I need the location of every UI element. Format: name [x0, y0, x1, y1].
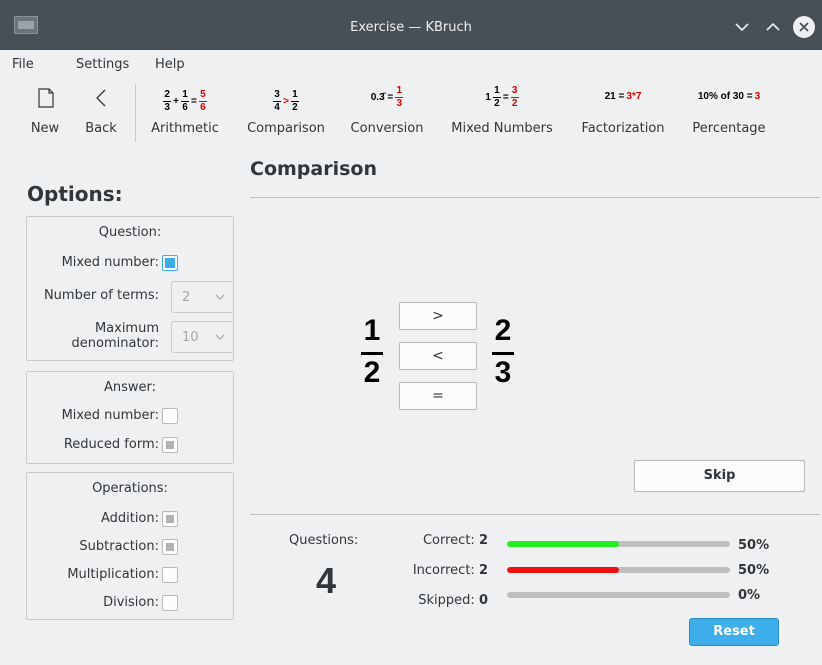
skip-button[interactable]: Skip [634, 460, 805, 492]
question-group-title: Question: [98, 225, 162, 240]
maximize-button[interactable] [762, 16, 784, 38]
correct-progress-bar [507, 541, 730, 547]
less-than-button[interactable]: < [399, 342, 477, 370]
incorrect-label: Incorrect: 2 [412, 563, 488, 578]
new-document-icon [22, 86, 68, 110]
correct-percent: 50% [738, 538, 770, 553]
toolbar: New Back 23 + 16 = 56 Arithmetic 34 > 12 [0, 78, 822, 146]
right-fraction: 2 3 [488, 314, 518, 394]
reduced-form-label: Reduced form: [63, 437, 159, 452]
correct-label: Correct: 2 [422, 533, 488, 548]
menu-file[interactable]: File [12, 57, 34, 72]
left-denominator: 2 [363, 356, 381, 389]
operations-group-title: Operations: [92, 481, 168, 496]
close-icon [799, 22, 809, 32]
left-numerator: 1 [363, 314, 381, 347]
right-denominator: 3 [494, 356, 512, 389]
subtraction-checkbox[interactable] [162, 539, 178, 555]
conversion-button[interactable]: 0.3̄ = 13 Conversion [344, 78, 430, 144]
factorization-button[interactable]: 21 = 3*7 Factorization [573, 78, 673, 144]
questions-label: Questions: [289, 533, 359, 548]
title-bar: Exercise — KBruch [0, 0, 822, 50]
operations-group: Operations: Addition: Subtraction: Multi… [26, 472, 234, 620]
multiplication-label: Multiplication: [67, 567, 159, 582]
incorrect-progress-bar [507, 567, 730, 573]
chevron-down-icon [215, 334, 225, 340]
back-button[interactable]: Back [78, 78, 124, 144]
question-mixed-number-checkbox[interactable] [162, 255, 178, 271]
answer-group: Answer: Mixed number: Reduced form: [26, 371, 234, 464]
skipped-percent: 0% [738, 588, 761, 603]
menu-settings[interactable]: Settings [76, 57, 129, 72]
chevron-down-icon [215, 294, 225, 300]
divider-top [250, 197, 820, 198]
number-of-terms-label: Number of terms: [43, 288, 159, 303]
equal-button[interactable]: = [399, 382, 477, 410]
addition-label: Addition: [100, 511, 159, 526]
answer-group-title: Answer: [103, 380, 157, 395]
incorrect-progress-fill [507, 567, 619, 573]
answer-mixed-number-checkbox[interactable] [162, 408, 178, 424]
correct-progress-fill [507, 541, 619, 547]
window-title: Exercise — KBruch [350, 20, 472, 35]
addition-checkbox[interactable] [162, 511, 178, 527]
close-button[interactable] [793, 16, 815, 38]
chevron-left-icon [78, 86, 124, 110]
new-label: New [30, 121, 60, 136]
mixed-numbers-icon: 1 12 = 32 [485, 85, 519, 109]
question-group: Question: Mixed number: Number of terms:… [26, 216, 234, 361]
factorization-icon: 21 = 3*7 [604, 91, 642, 102]
comparison-icon: 34 > 12 [273, 89, 299, 113]
toolbar-separator [135, 84, 136, 142]
menu-help[interactable]: Help [155, 57, 185, 72]
menu-bar: File Settings Help [0, 50, 822, 78]
incorrect-percent: 50% [738, 563, 770, 578]
max-denominator-select[interactable]: 10 [171, 321, 234, 353]
question-mixed-number-label: Mixed number: [61, 255, 159, 270]
divider-bottom [250, 514, 820, 515]
right-fraction-bar [492, 352, 514, 355]
reduced-form-checkbox[interactable] [162, 437, 178, 453]
mixed-numbers-button[interactable]: 1 12 = 32 Mixed Numbers [443, 78, 561, 144]
questions-count: 4 [315, 560, 337, 601]
arithmetic-button[interactable]: 23 + 16 = 56 Arithmetic [144, 78, 226, 144]
division-checkbox[interactable] [162, 595, 178, 611]
max-denominator-label: Maximum denominator: [71, 321, 159, 351]
comparison-button[interactable]: 34 > 12 Comparison [239, 78, 333, 144]
options-title: Options: [27, 182, 123, 206]
arithmetic-icon: 23 + 16 = 56 [163, 89, 207, 113]
percentage-icon: 10% of 30 = 3 [697, 91, 761, 102]
chevron-down-icon [735, 23, 749, 32]
division-label: Division: [103, 595, 159, 610]
exercise-title: Comparison [250, 158, 377, 180]
number-of-terms-select[interactable]: 2 [171, 281, 234, 313]
conversion-icon: 0.3̄ = 13 [370, 85, 404, 109]
new-button[interactable]: New [22, 78, 68, 144]
mixed-numbers-label: Mixed Numbers [451, 121, 553, 136]
comparison-label: Comparison [247, 121, 325, 136]
chevron-up-icon [766, 22, 780, 31]
left-fraction-bar [361, 352, 383, 355]
subtraction-label: Subtraction: [79, 539, 159, 554]
skipped-progress-bar [507, 592, 730, 598]
conversion-label: Conversion [350, 121, 424, 136]
back-label: Back [85, 121, 117, 136]
skipped-label: Skipped: 0 [418, 593, 488, 608]
minimize-button[interactable] [731, 16, 753, 38]
right-numerator: 2 [494, 314, 512, 347]
reset-button[interactable]: Reset [689, 618, 779, 646]
percentage-label: Percentage [692, 121, 766, 136]
percentage-button[interactable]: 10% of 30 = 3 Percentage [683, 78, 775, 144]
greater-than-button[interactable]: > [399, 302, 477, 330]
answer-mixed-number-label: Mixed number: [61, 408, 159, 423]
factorization-label: Factorization [581, 121, 665, 136]
multiplication-checkbox[interactable] [162, 567, 178, 583]
left-fraction: 1 2 [357, 314, 387, 394]
arithmetic-label: Arithmetic [151, 121, 219, 136]
